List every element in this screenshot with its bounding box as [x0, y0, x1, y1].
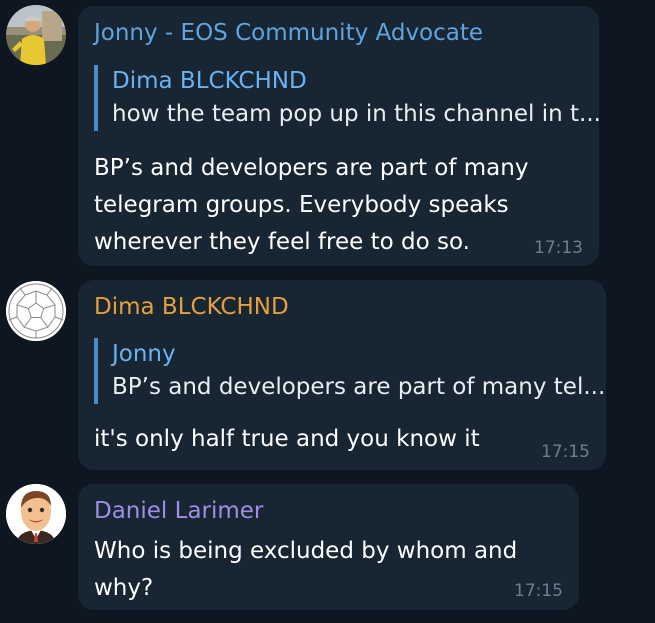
reply-quote[interactable]: Dima BLCKCHND how the team pop up in thi… [94, 65, 601, 131]
geodesic-ball-avatar-icon [6, 281, 66, 341]
message-text: BP’s and developers are part of many tel… [94, 155, 529, 255]
message-bubble-3[interactable]: Daniel Larimer Who is being excluded by … [78, 484, 579, 610]
message-text: it's only half true and you know it [94, 426, 480, 452]
message-time: 17:15 [514, 581, 563, 601]
reply-author: Dima BLCKCHND [112, 68, 307, 94]
reply-text: BP’s and developers are part of many tel… [112, 374, 606, 400]
message-time: 17:15 [541, 442, 590, 462]
avatar-jonny[interactable] [6, 5, 66, 65]
avatar-dima[interactable] [6, 281, 66, 341]
message-author[interactable]: Dima BLCKCHND [94, 294, 289, 320]
message-author[interactable]: Daniel Larimer [94, 498, 263, 524]
message-bubble-2[interactable]: Dima BLCKCHND Jonny BP’s and developers … [78, 280, 606, 470]
person-photo-avatar-icon [6, 5, 66, 65]
reply-quote[interactable]: Jonny BP’s and developers are part of ma… [94, 338, 605, 404]
avatar-daniel[interactable] [6, 484, 66, 544]
message-bubble-1[interactable]: Jonny - EOS Community Advocate Dima BLCK… [78, 6, 601, 266]
reply-author: Jonny [112, 341, 176, 367]
reply-text: how the team pop up in this channel in t… [112, 101, 601, 127]
cartoon-face-avatar-icon [6, 484, 66, 544]
message-time: 17:13 [534, 238, 583, 258]
message-text: Who is being excluded by whom and why? [94, 538, 518, 601]
message-author[interactable]: Jonny - EOS Community Advocate [94, 20, 483, 46]
